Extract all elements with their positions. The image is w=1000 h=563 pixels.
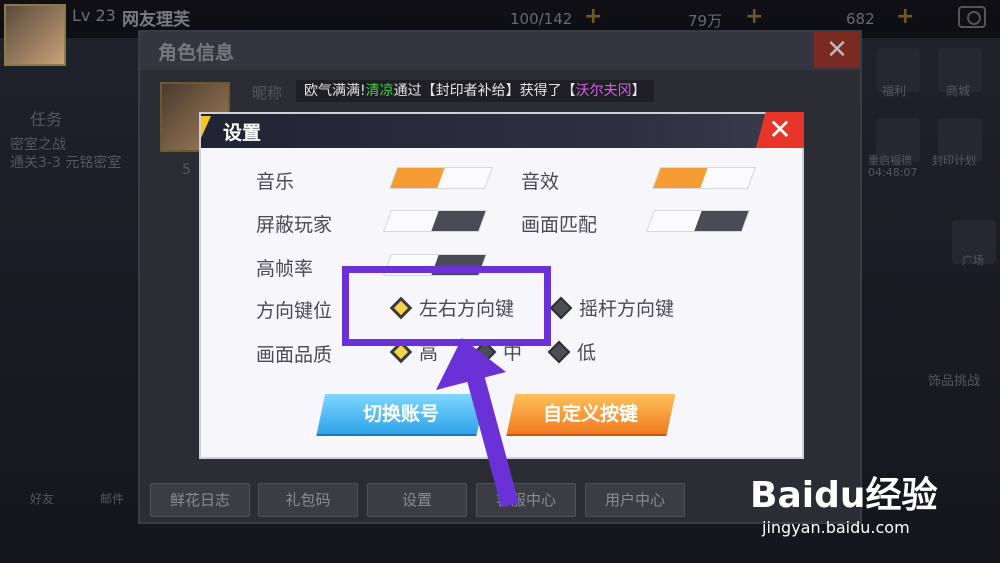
header-accent [201, 116, 211, 138]
highlight-box [342, 266, 551, 346]
friend-label[interactable]: 好友 [30, 490, 54, 507]
role-info-close-button[interactable]: ✕ [814, 32, 860, 68]
stamina-value: 100/142 [510, 10, 573, 28]
screen-fit-toggle[interactable] [645, 210, 751, 232]
mail-label[interactable]: 邮件 [100, 490, 124, 507]
radio-unselected-icon [549, 296, 573, 319]
welfare-label: 福利 [882, 84, 907, 98]
player-level: Lv 23 [72, 6, 116, 25]
task-desc: 通关3-3 元铭密室 [10, 155, 122, 171]
role-info-header: 角色信息 ✕ [140, 32, 860, 70]
settings-header: 设置 ✕ [201, 112, 804, 148]
quality-option-low[interactable]: 低 [547, 338, 596, 365]
player-name: 网友理芙 [122, 10, 190, 30]
gold-value: 79万 [688, 12, 723, 30]
quality-label: 画面品质 [256, 344, 333, 366]
flower-log-button[interactable]: 鲜花日志 [150, 483, 250, 517]
flower-count: 5 [182, 162, 191, 178]
radio-unselected-icon [547, 340, 571, 363]
sealer-plan-label: 封印计划 [932, 154, 976, 167]
customer-service-button[interactable]: 客服中心 [476, 483, 576, 517]
user-center-button[interactable]: 用户中心 [585, 483, 685, 517]
baidu-jingyan-logo: Baidu经验 [750, 475, 938, 516]
shop-label: 商城 [946, 84, 971, 98]
broadcast-notice: 欧气满满!清凉通过【封印者补给】获得了【沃尔夫冈】 [296, 80, 654, 102]
music-toggle[interactable] [388, 167, 494, 189]
block-players-toggle[interactable] [382, 210, 488, 232]
block-players-label: 屏蔽玩家 [256, 214, 333, 236]
nickname-label: 昵称 [252, 84, 283, 102]
camera-icon[interactable] [958, 6, 986, 28]
role-info-title: 角色信息 [158, 42, 235, 64]
screen-fit-label: 画面匹配 [521, 214, 598, 236]
dpad-option-joystick[interactable]: 摇杆方向键 [549, 294, 674, 321]
close-icon[interactable]: ✕ [756, 112, 804, 148]
gem-value: 682 [846, 10, 875, 28]
sound-toggle[interactable] [651, 167, 757, 189]
high-fps-label: 高帧率 [256, 258, 314, 280]
add-gem-button[interactable]: + [896, 6, 918, 28]
add-stamina-button[interactable]: + [584, 6, 606, 28]
switch-account-button[interactable]: 切换账号 [316, 394, 486, 434]
return-timer: 04:48:07 [868, 166, 918, 179]
add-gold-button[interactable]: + [745, 6, 767, 28]
dpad-label: 方向键位 [256, 300, 333, 322]
settings-title: 设置 [223, 122, 262, 144]
task-title: 密室之战 [10, 137, 66, 153]
custom-keys-button[interactable]: 自定义按键 [506, 394, 676, 434]
task-label[interactable]: 任务 [30, 106, 62, 130]
sound-label: 音效 [521, 171, 560, 193]
square-label: 广场 [962, 254, 984, 267]
music-label: 音乐 [256, 171, 295, 193]
player-avatar[interactable] [4, 4, 66, 66]
watermark-url: jingyan.baidu.com [762, 518, 910, 537]
ornament-challenge-label[interactable]: 饰品挑战 [928, 370, 980, 389]
settings-tab-button[interactable]: 设置 [367, 483, 467, 517]
gift-code-button[interactable]: 礼包码 [258, 483, 358, 517]
